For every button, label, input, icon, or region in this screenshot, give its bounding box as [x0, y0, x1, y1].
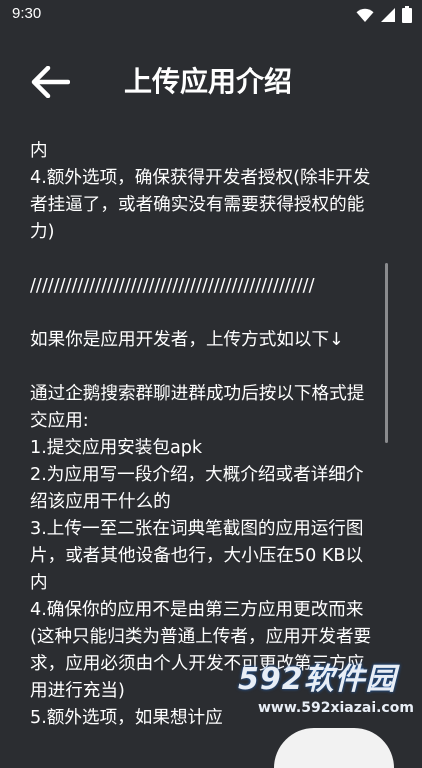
watermark-disc [274, 728, 394, 768]
arrow-left-icon [31, 66, 70, 98]
content-line: 绍该应用干什么的 [30, 492, 171, 512]
content-line: 3.上传一至二张在词典笔截图的应用运行图 [30, 519, 364, 539]
content-line: 者挂逼了，或者确实没有需要获得授权的能 [30, 195, 365, 215]
content-line: 通过企鹅搜索群聊进群成功后按以下格式提 [30, 384, 365, 404]
app-bar: 上传应用介绍 [0, 30, 422, 130]
content-line: 内 [30, 141, 48, 161]
content-line: 1.提交应用安装包apk [30, 438, 203, 458]
intro-content: 内 4.额外选项，确保获得开发者授权(除非开发 者挂逼了，或者确实没有需要获得授权的… [30, 138, 394, 732]
content-line: 4.额外选项，确保获得开发者授权(除非开发 [30, 168, 371, 188]
status-time: 9:30 [12, 5, 42, 22]
content-line: 交应用: [30, 411, 89, 431]
status-icons [356, 6, 412, 23]
content-line: 如果你是应用开发者，上传方式如以下↓ [30, 330, 344, 350]
watermark-url: www.592xiazai.com [258, 700, 414, 716]
signal-icon [381, 7, 395, 22]
scrollbar[interactable] [385, 263, 388, 443]
watermark-logo: 592软件园 www.592xiazai.com [232, 646, 422, 768]
back-button[interactable] [24, 62, 76, 102]
status-bar: 9:30 [0, 0, 422, 30]
content-line: 内 [30, 573, 48, 593]
wifi-icon [356, 8, 374, 22]
content-line: 2.为应用写一段介绍，大概介绍或者详细介 [30, 465, 364, 485]
content-line: 力) [30, 222, 55, 242]
watermark-brand: 592软件园 [238, 662, 397, 697]
battery-icon [402, 6, 412, 23]
content-line: ////////////////////////////////////////… [30, 276, 315, 296]
content-line: 4.确保你的应用不是由第三方应用更改而来 [30, 600, 364, 620]
page-title: 上传应用介绍 [124, 65, 293, 98]
content-line: 片，或者其他设备也行，大小压在50 KB以 [30, 546, 364, 566]
